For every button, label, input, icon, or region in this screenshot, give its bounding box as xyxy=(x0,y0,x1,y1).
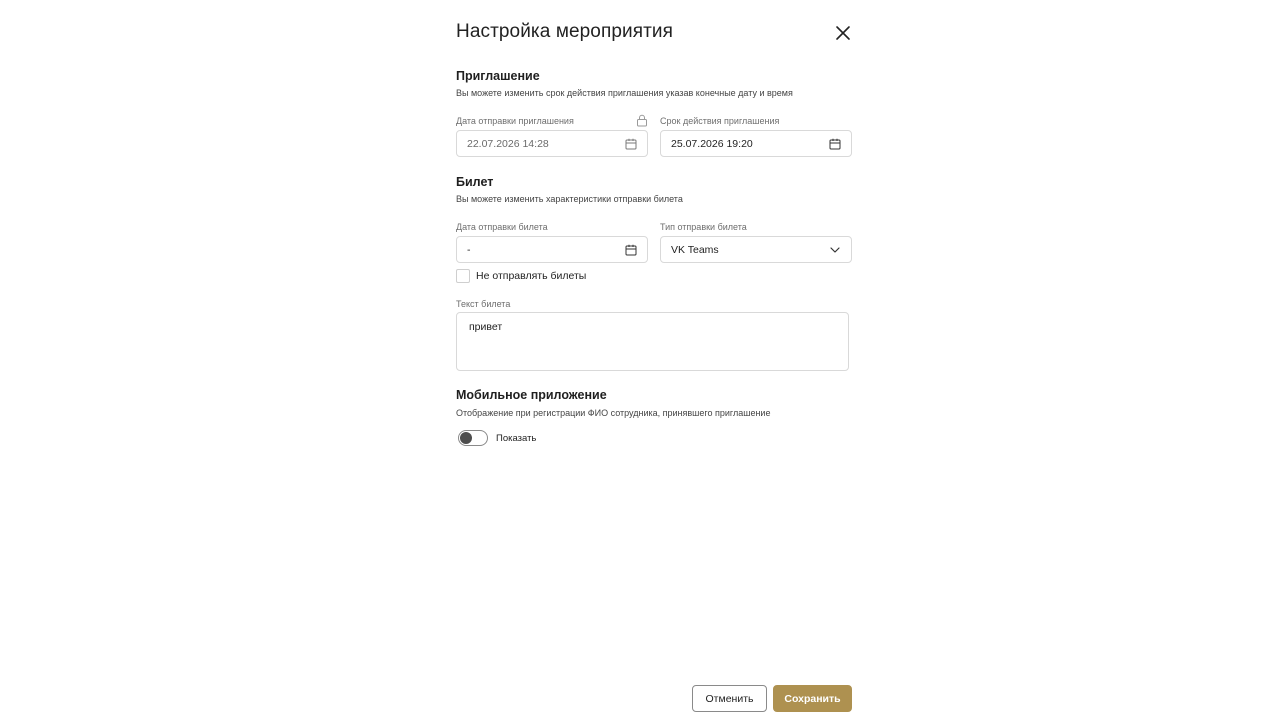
mobile-section-description: Отображение при регистрации ФИО сотрудни… xyxy=(456,408,771,418)
ticket-send-date-value: - xyxy=(467,243,471,256)
ticket-text-area[interactable]: привет xyxy=(456,312,849,371)
chevron-down-icon[interactable] xyxy=(828,243,842,257)
invitation-send-date-value: 22.07.2026 14:28 xyxy=(467,137,549,150)
ticket-section-description: Вы можете изменить характеристики отправ… xyxy=(456,194,683,204)
invitation-section-description: Вы можете изменить срок действия приглаш… xyxy=(456,88,793,98)
ticket-send-type-label: Тип отправки билета xyxy=(660,222,747,232)
invitation-send-date-field: 22.07.2026 14:28 xyxy=(456,130,648,157)
invitation-section-title: Приглашение xyxy=(456,69,540,83)
dont-send-tickets-checkbox[interactable] xyxy=(456,269,470,283)
cancel-button[interactable]: Отменить xyxy=(692,685,767,712)
ticket-text-label: Текст билета xyxy=(456,299,511,309)
dont-send-tickets-row[interactable]: Не отправлять билеты xyxy=(456,269,586,283)
show-toggle-row[interactable]: Показать xyxy=(458,430,536,446)
calendar-icon xyxy=(624,137,638,151)
ticket-send-date-label: Дата отправки билета xyxy=(456,222,548,232)
dialog-title: Настройка мероприятия xyxy=(456,21,674,42)
calendar-icon[interactable] xyxy=(624,243,638,257)
close-icon xyxy=(836,26,850,40)
show-toggle-label: Показать xyxy=(496,432,537,444)
save-button[interactable]: Сохранить xyxy=(773,685,852,712)
show-toggle[interactable] xyxy=(458,430,488,446)
ticket-send-type-value: VK Teams xyxy=(671,243,719,256)
event-settings-dialog: Настройка мероприятия Приглашение Вы мож… xyxy=(456,0,852,720)
invitation-expiry-field[interactable]: 25.07.2026 19:20 xyxy=(660,130,852,157)
dont-send-tickets-label: Не отправлять билеты xyxy=(476,270,587,282)
mobile-section-title: Мобильное приложение xyxy=(456,388,607,402)
ticket-section-title: Билет xyxy=(456,175,494,189)
invitation-expiry-value: 25.07.2026 19:20 xyxy=(671,137,753,150)
ticket-send-date-field[interactable]: - xyxy=(456,236,648,263)
invitation-send-date-label: Дата отправки приглашения xyxy=(456,116,574,126)
ticket-send-type-select[interactable]: VK Teams xyxy=(660,236,852,263)
lock-icon xyxy=(637,114,647,127)
close-button[interactable] xyxy=(834,24,852,42)
calendar-icon[interactable] xyxy=(828,137,842,151)
invitation-expiry-label: Срок действия приглашения xyxy=(660,116,780,126)
toggle-knob xyxy=(460,432,472,444)
